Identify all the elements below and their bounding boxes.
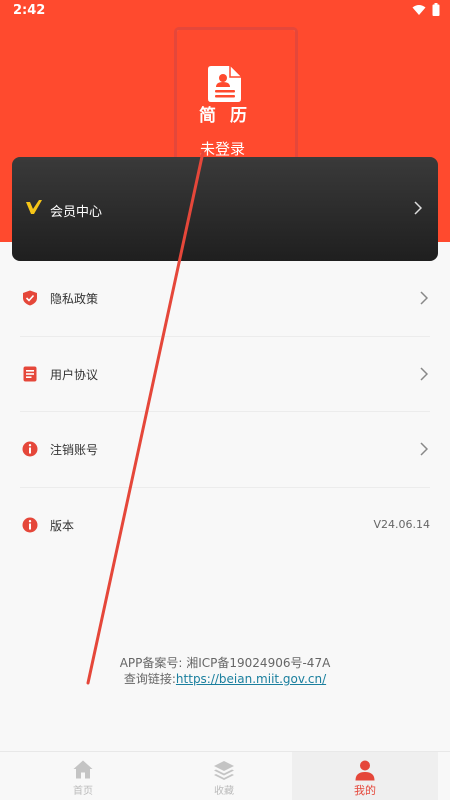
status-icons [412, 3, 440, 16]
menu-item-version[interactable]: 版本 V24.06.14 [20, 488, 430, 564]
chevron-right-icon [420, 291, 428, 305]
menu-item-label: 版本 [50, 518, 75, 533]
tab-favorites[interactable]: 收藏 [151, 752, 297, 800]
tab-label: 我的 [354, 784, 376, 797]
menu-item-label: 隐私政策 [50, 292, 99, 306]
user-icon [355, 760, 375, 781]
menu-item-delete-account[interactable]: 注销账号 [20, 412, 430, 488]
menu-item-privacy-policy[interactable]: 隐私政策 [20, 261, 430, 337]
battery-icon [432, 3, 440, 16]
chevron-right-icon [414, 201, 422, 215]
menu-item-label: 用户协议 [50, 367, 99, 382]
login-status[interactable]: 未登录 [200, 138, 245, 159]
vip-v-icon [26, 200, 42, 214]
wifi-icon [412, 4, 426, 15]
tab-label: 首页 [73, 786, 93, 797]
tab-label: 收藏 [214, 786, 234, 797]
tab-mine[interactable]: 我的 [292, 752, 438, 800]
menu-item-label: 注销账号 [50, 443, 99, 457]
settings-menu: 隐私政策 用户协议 注销账号 版本 V24.06.14 [0, 261, 450, 563]
document-icon [23, 366, 37, 381]
chevron-right-icon [420, 442, 428, 456]
status-time: 2:42 [13, 3, 46, 18]
vip-center-label: 会员中心 [50, 205, 103, 220]
home-icon [73, 760, 93, 779]
info-icon [22, 517, 38, 532]
vip-center-card[interactable]: 会员中心 [12, 157, 438, 261]
status-bar: 2:42 [0, 0, 450, 22]
filing-query-label: 查询链接: [123, 672, 176, 686]
filing-query: 查询链接:https://beian.miit.gov.cn/ [0, 671, 450, 687]
icp-filing-info: APP备案号: 湘ICP备19024906号-47A 查询链接:https://… [0, 655, 450, 687]
chevron-right-icon [420, 366, 428, 381]
menu-item-user-agreement[interactable]: 用户协议 [20, 337, 430, 412]
info-icon [22, 441, 38, 457]
filing-query-link[interactable]: https://beian.miit.gov.cn/ [176, 672, 326, 686]
resume-doc-icon [208, 66, 241, 102]
filing-record: APP备案号: 湘ICP备19024906号-47A [119, 656, 331, 670]
shield-icon [23, 290, 37, 306]
logo-text: 简 历 [199, 106, 251, 126]
version-value: V24.06.14 [373, 517, 430, 531]
bottom-tab-bar: 首页 收藏 我的 [0, 751, 450, 800]
tab-home[interactable]: 首页 [10, 752, 156, 800]
layers-icon [214, 761, 234, 780]
